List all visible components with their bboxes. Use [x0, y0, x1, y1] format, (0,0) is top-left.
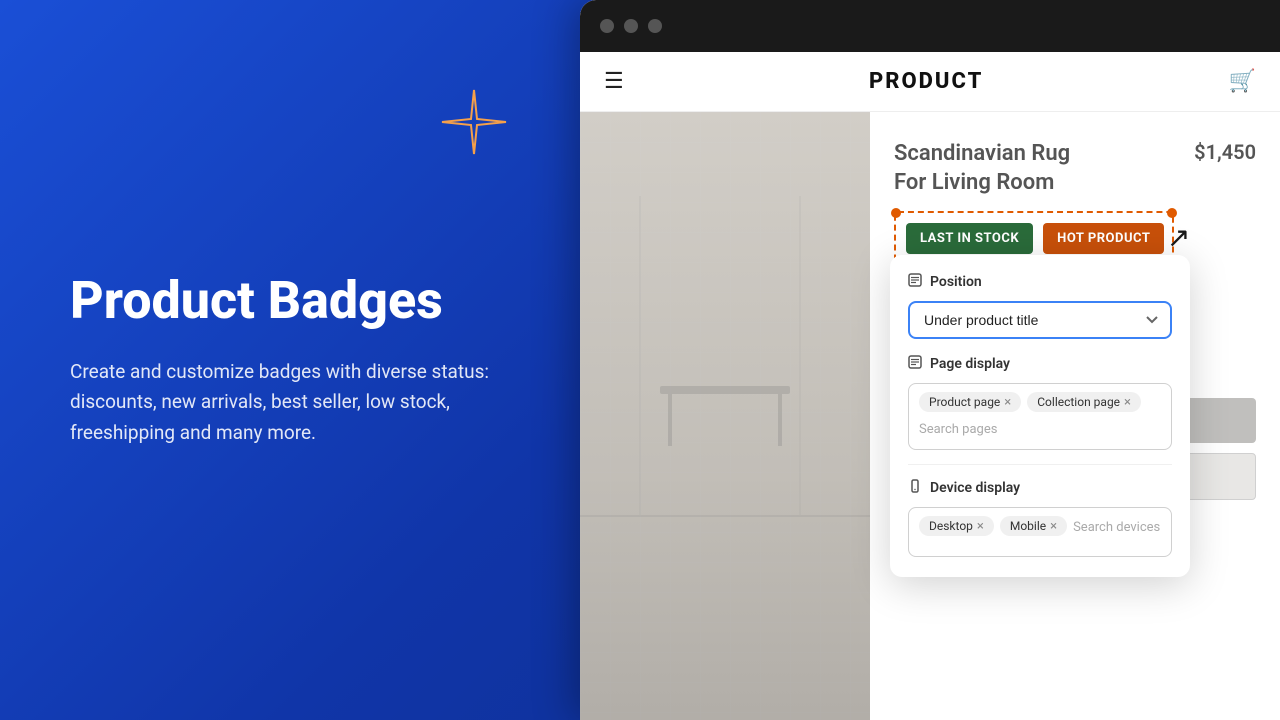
- corner-dot-tr: [1167, 208, 1177, 218]
- position-section-title: Position: [908, 273, 1172, 291]
- badge-last-in-stock: LAST IN STOCK: [906, 223, 1033, 254]
- cart-icon[interactable]: 🛒: [1229, 69, 1256, 94]
- tag-desktop[interactable]: Desktop ×: [919, 516, 994, 536]
- page-display-icon: [908, 355, 922, 373]
- page-search-placeholder[interactable]: Search pages: [919, 418, 997, 441]
- product-price: $1,450: [1194, 140, 1256, 164]
- browser-dot-1: [600, 19, 614, 33]
- browser-dot-2: [624, 19, 638, 33]
- product-image-placeholder: [580, 112, 870, 720]
- corner-dot-tl: [891, 208, 901, 218]
- page-title: Product Badges: [70, 272, 500, 329]
- browser-topbar: [580, 0, 1280, 52]
- device-display-section-title: Device display: [908, 479, 1172, 497]
- product-image: [580, 112, 870, 720]
- tag-product-page-remove[interactable]: ×: [1004, 396, 1011, 409]
- tag-desktop-remove[interactable]: ×: [977, 520, 984, 533]
- hamburger-icon[interactable]: ☰: [604, 69, 624, 94]
- floating-panel: Position Under product title Page displa…: [890, 255, 1190, 577]
- cursor-icon: ↖: [1167, 221, 1190, 254]
- store-logo: PRODUCT: [869, 69, 983, 94]
- star-outline-icon: [440, 88, 508, 160]
- page-display-tags-box[interactable]: Product page × Collection page × Search …: [908, 383, 1172, 450]
- position-icon: [908, 273, 922, 291]
- device-display-icon: [908, 479, 922, 497]
- panel-divider: [908, 464, 1172, 465]
- page-display-section-title: Page display: [908, 355, 1172, 373]
- tag-mobile-remove[interactable]: ×: [1050, 520, 1057, 533]
- tag-mobile[interactable]: Mobile ×: [1000, 516, 1067, 536]
- page-description: Create and customize badges with diverse…: [70, 357, 490, 448]
- device-search-placeholder[interactable]: Search devices: [1073, 516, 1160, 539]
- browser-window: ☰ PRODUCT 🛒: [580, 0, 1280, 720]
- device-display-label: Device display: [930, 480, 1020, 496]
- badge-hot-product: HOT PRODUCT: [1043, 223, 1164, 254]
- store-header: ☰ PRODUCT 🛒: [580, 52, 1280, 112]
- browser-dot-3: [648, 19, 662, 33]
- position-dropdown[interactable]: Under product title: [908, 301, 1172, 339]
- device-display-tags-box[interactable]: Desktop × Mobile × Search devices: [908, 507, 1172, 557]
- tag-collection-page[interactable]: Collection page ×: [1027, 392, 1141, 412]
- tag-collection-page-remove[interactable]: ×: [1124, 396, 1131, 409]
- tag-product-page[interactable]: Product page ×: [919, 392, 1021, 412]
- position-label: Position: [930, 274, 982, 290]
- page-display-label: Page display: [930, 356, 1010, 372]
